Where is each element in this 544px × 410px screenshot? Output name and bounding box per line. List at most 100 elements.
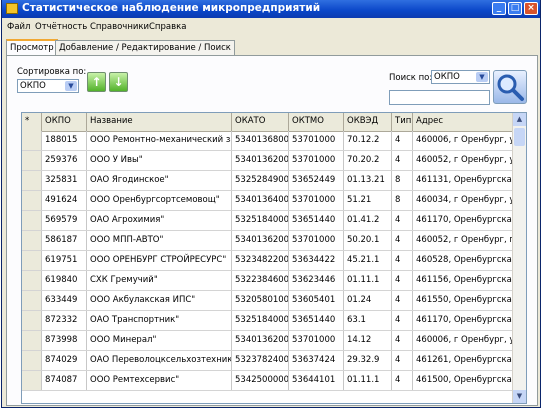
title-bar[interactable]: Статистическое наблюдение микропредприят… [2,0,540,18]
cell-oktmo: 53701000 [289,191,344,210]
menu-reports[interactable]: Отчётность [35,22,87,32]
menu-directories[interactable]: Справочники [90,22,149,32]
row-selector[interactable] [22,311,42,330]
row-selector[interactable] [22,131,42,150]
column-header-okpo[interactable]: ОКПО [42,113,87,131]
cell-okved: 29.32.9 [344,351,392,370]
column-header-oktmo[interactable]: ОКТМО [289,113,344,131]
cell-type: 4 [392,231,413,250]
row-selector[interactable] [22,231,42,250]
arrow-down-icon: ↓ [113,75,124,89]
cell-name: ООО Ремтехсервис" [87,371,232,390]
table-row[interactable]: 586187 ООО МПП-АВТО" 53401362000 53701000 50… [22,231,514,251]
cell-okved: 01.11.1 [344,271,392,290]
cell-okpo: 872332 [42,311,87,330]
row-selector[interactable] [22,371,42,390]
cell-okpo: 569579 [42,211,87,230]
maximize-button[interactable]: □ [508,2,522,15]
table-row[interactable]: 633449 ООО Акбулакская ИПС" 53205801000 536… [22,291,514,311]
cell-name: ООО Минерал" [87,331,232,350]
cell-address: 461500, Оренбургская [413,371,514,390]
column-header-type[interactable]: Тип [392,113,413,131]
row-selector[interactable] [22,271,42,290]
table-row[interactable]: 491624 ООО Оренбургсортсемовощ" 5340136400… [22,191,514,211]
row-selector[interactable] [22,331,42,350]
scroll-thumb[interactable] [514,128,525,146]
cell-oktmo: 53644101 [289,371,344,390]
cell-okato: 53234822000 [232,251,289,270]
table-row[interactable]: 188015ООО Ремонтно-механический завод534… [22,131,514,151]
cell-okato: 53223846000 [232,271,289,290]
table-row[interactable]: 569579 ОАО Агрохимия" 53251840000 53651440 0… [22,211,514,231]
cell-oktmo: 53701000 [289,231,344,250]
column-header-marker[interactable]: * [22,113,42,131]
column-header-okved[interactable]: ОКВЭД [344,113,392,131]
search-input[interactable] [389,90,490,105]
chevron-down-icon: ▼ [65,81,77,91]
cell-okato: 53205801000 [232,291,289,310]
search-button[interactable] [493,70,527,104]
cell-type: 4 [392,151,413,170]
cell-okato: 53401364000 [232,191,289,210]
table-row[interactable]: 874087 ООО Ремтехсервис" 53425000000 536441… [22,371,514,391]
row-selector[interactable] [22,291,42,310]
table-row[interactable]: 325831 ОАО Ягодинское" 53252849000 53652449… [22,171,514,191]
cell-oktmo: 53623446 [289,271,344,290]
table-row[interactable]: 619840 СХК Гремучий" 53223846000 53623446 01… [22,271,514,291]
table-row[interactable]: 874029 ОАО Переволоцксельхозтехника" 53237… [22,351,514,371]
search-field-select[interactable]: ОКПО ▼ [431,70,490,84]
row-selector[interactable] [22,351,42,370]
tab-edit-search[interactable]: Добавление / Редактирование / Поиск [55,40,235,55]
cell-okved: 45.21.1 [344,251,392,270]
close-button[interactable]: × [524,2,538,15]
minimize-button[interactable]: _ [492,2,506,15]
cell-address: 460528, Оренбургская [413,251,514,270]
cell-address: 461131, Оренбургская [413,171,514,190]
cell-okved: 70.20.2 [344,151,392,170]
grid-header: * ОКПО Название ОКАТО ОКТМО ОКВЭД Тип Ад… [22,113,514,132]
scroll-down-icon[interactable]: ▼ [513,390,526,403]
column-header-name[interactable]: Название [87,113,232,131]
cell-okpo: 259376 [42,151,87,170]
row-selector[interactable] [22,211,42,230]
row-selector[interactable] [22,171,42,190]
sort-select[interactable]: ОКПО ▼ [17,79,79,93]
row-selector[interactable] [22,151,42,170]
app-window: Статистическое наблюдение микропредприят… [1,0,541,408]
cell-oktmo: 53651440 [289,211,344,230]
table-row[interactable]: 872332 ОАО Транспортник" 53251840000 536514… [22,311,514,331]
cell-address: 461156, Оренбургская [413,271,514,290]
column-header-address[interactable]: Адрес [413,113,514,131]
cell-type: 4 [392,311,413,330]
app-icon [6,3,18,14]
cell-oktmo: 53634422 [289,251,344,270]
menu-file[interactable]: Файл [7,22,30,32]
cell-oktmo: 53652449 [289,171,344,190]
table-row[interactable]: 619751 ООО ОРЕНБУРГ СТРОЙРЕСУРС" 532348220… [22,251,514,271]
data-grid[interactable]: * ОКПО Название ОКАТО ОКТМО ОКВЭД Тип Ад… [21,112,527,404]
cell-okato: 53425000000 [232,371,289,390]
row-selector[interactable] [22,251,42,270]
column-header-okato[interactable]: ОКАТО [232,113,289,131]
cell-address: 461550, Оренбургская [413,291,514,310]
cell-okato: 53401368000 [232,131,289,150]
scroll-up-icon[interactable]: ▲ [513,113,526,126]
cell-oktmo: 53605401 [289,291,344,310]
table-row[interactable]: 873998 ООО Минерал" 53401362000 53701000 14.… [22,331,514,351]
cell-address: 460052, г Оренбург, пе [413,231,514,250]
menu-help[interactable]: Справка [149,22,186,32]
sort-ascending-button[interactable]: ↑ [87,72,106,92]
cell-name: ОАО Транспортник" [87,311,232,330]
tab-strip: Просмотр Добавление / Редактирование / П… [2,39,540,56]
sort-descending-button[interactable]: ↓ [109,72,128,92]
cell-okato: 53252849000 [232,171,289,190]
cell-name: ОАО Переволоцксельхозтехника" [87,351,232,370]
cell-type: 4 [392,351,413,370]
cell-okved: 51.21 [344,191,392,210]
vertical-scrollbar[interactable]: ▲ ▼ [512,113,526,403]
cell-okved: 63.1 [344,311,392,330]
tab-view[interactable]: Просмотр [6,39,58,56]
cell-okpo: 633449 [42,291,87,310]
table-row[interactable]: 259376 ООО У Ивы" 53401362000 53701000 70.20… [22,151,514,171]
row-selector[interactable] [22,191,42,210]
